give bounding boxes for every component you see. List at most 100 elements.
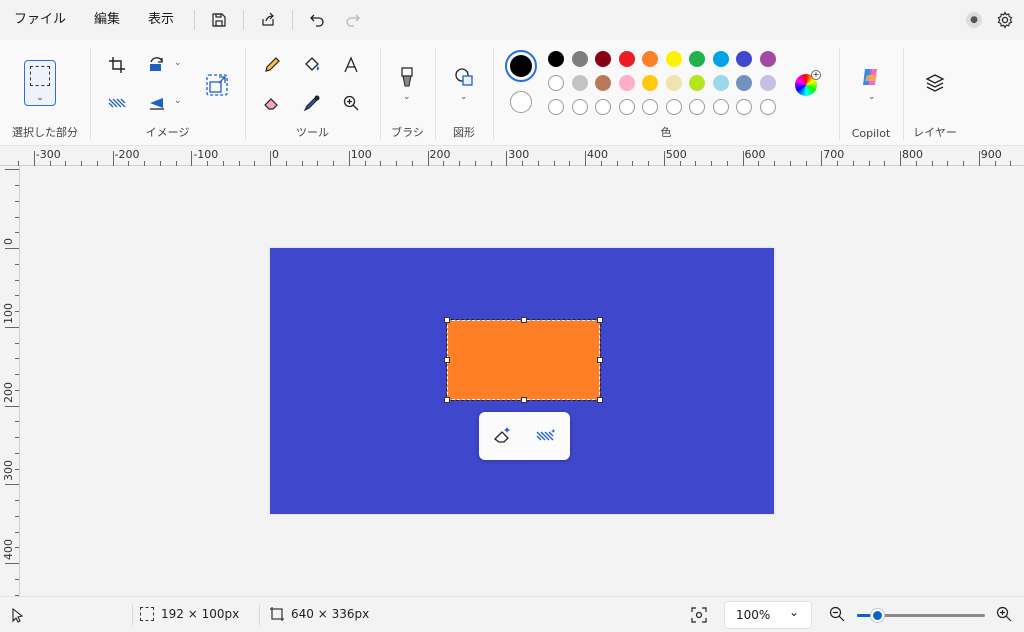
ruler-tick xyxy=(270,151,271,166)
ruler-tick xyxy=(5,326,19,328)
selection-handle-top-left[interactable] xyxy=(444,317,450,323)
color-swatch[interactable] xyxy=(736,75,752,91)
zoom-select[interactable]: 100% ⌄ xyxy=(724,601,812,629)
menu-file[interactable]: ファイル xyxy=(0,0,80,40)
magnifier-icon[interactable] xyxy=(338,90,364,116)
color-swatch[interactable] xyxy=(618,75,635,91)
ruler-tick xyxy=(5,405,19,407)
selected-orange-rectangle[interactable] xyxy=(446,319,601,401)
selection-handle-left[interactable] xyxy=(444,357,450,363)
empty-color-slot[interactable] xyxy=(759,99,776,115)
selection-handle-bottom-right[interactable] xyxy=(597,397,603,403)
remove-background-icon[interactable] xyxy=(104,90,130,116)
group-label-layers: レイヤー xyxy=(913,126,957,139)
color-swatch[interactable] xyxy=(712,75,729,91)
color-swatch[interactable] xyxy=(642,51,658,67)
color-swatch[interactable] xyxy=(595,75,611,91)
color-swatch[interactable] xyxy=(712,51,729,67)
color-swatch[interactable] xyxy=(642,75,658,91)
brush-chevron-icon[interactable]: ⌄ xyxy=(403,92,411,102)
save-icon[interactable] xyxy=(201,0,237,40)
fit-to-window-icon[interactable] xyxy=(691,607,707,623)
account-icon[interactable]: ● xyxy=(966,12,982,28)
zoom-slider-thumb[interactable] xyxy=(871,609,884,622)
ruler-label: 500 xyxy=(665,148,687,161)
generative-erase-icon[interactable] xyxy=(491,424,515,448)
rotate-chevron-icon[interactable]: ⌄ xyxy=(174,58,182,68)
empty-color-slot[interactable] xyxy=(665,99,682,115)
flip-chevron-icon[interactable]: ⌄ xyxy=(174,96,182,106)
share-icon[interactable] xyxy=(250,0,286,40)
selection-handle-bottom-left[interactable] xyxy=(444,397,450,403)
empty-color-slot[interactable] xyxy=(571,99,588,115)
secondary-color-swatch[interactable] xyxy=(510,91,532,113)
menu-divider xyxy=(292,10,294,30)
color-swatch[interactable] xyxy=(689,51,705,67)
fill-bucket-icon[interactable] xyxy=(299,52,325,78)
selection-button[interactable]: ⌄ xyxy=(24,60,56,106)
color-swatch[interactable] xyxy=(548,75,564,91)
ruler-label: 300 xyxy=(508,148,530,161)
color-swatch[interactable] xyxy=(665,51,682,67)
ruler-tick xyxy=(742,151,744,166)
ruler-tick xyxy=(5,563,19,564)
canvas-size-text: 640 × 336px xyxy=(291,607,370,621)
undo-icon[interactable] xyxy=(299,0,335,40)
zoom-in-icon[interactable] xyxy=(996,606,1012,622)
brush-icon[interactable] xyxy=(394,64,420,90)
empty-color-slot[interactable] xyxy=(712,99,729,115)
color-swatch[interactable] xyxy=(571,51,588,67)
ruler-tick xyxy=(33,151,35,166)
eraser-icon[interactable] xyxy=(259,90,285,116)
flip-icon[interactable] xyxy=(144,90,170,116)
zoom-out-icon[interactable] xyxy=(829,606,845,622)
text-icon[interactable] xyxy=(338,52,364,78)
selection-handle-right[interactable] xyxy=(597,357,603,363)
ruler-tick xyxy=(978,151,980,166)
color-swatch[interactable] xyxy=(665,75,682,91)
empty-color-slot[interactable] xyxy=(595,99,611,115)
crop-icon[interactable] xyxy=(104,52,130,78)
ruler-tick xyxy=(663,151,665,166)
color-swatch[interactable] xyxy=(759,51,776,67)
ruler-label: 200 xyxy=(429,148,451,161)
shapes-icon[interactable] xyxy=(451,64,477,90)
color-swatch[interactable] xyxy=(595,51,611,67)
ruler-label: 100 xyxy=(350,148,372,161)
ruler-tick xyxy=(506,151,508,166)
ruler-label: 400 xyxy=(2,539,15,560)
resize-icon[interactable] xyxy=(204,72,230,98)
selection-size-text: 192 × 100px xyxy=(161,607,240,621)
empty-color-slot[interactable] xyxy=(689,99,705,115)
layers-icon[interactable] xyxy=(922,70,948,96)
color-swatch[interactable] xyxy=(689,75,705,91)
selection-handle-top-right[interactable] xyxy=(597,317,603,323)
shapes-chevron-icon[interactable]: ⌄ xyxy=(460,92,468,102)
empty-color-slot[interactable] xyxy=(736,99,752,115)
ruler-label: -100 xyxy=(193,148,219,161)
rotate-icon[interactable] xyxy=(144,52,170,78)
redo-icon[interactable] xyxy=(335,0,371,40)
color-swatch[interactable] xyxy=(736,51,752,67)
color-swatch[interactable] xyxy=(759,75,776,91)
empty-color-slot[interactable] xyxy=(548,99,564,115)
group-label-image: イメージ xyxy=(145,126,190,139)
menu-edit[interactable]: 編集 xyxy=(80,0,134,40)
zoom-chevron-down-icon: ⌄ xyxy=(788,605,799,619)
copilot-icon[interactable] xyxy=(858,64,884,90)
remove-background-float-icon[interactable] xyxy=(534,424,558,448)
selection-handle-bottom[interactable] xyxy=(521,397,527,403)
color-swatch[interactable] xyxy=(571,75,588,91)
settings-gear-icon[interactable] xyxy=(996,11,1014,29)
selection-handle-top[interactable] xyxy=(521,317,527,323)
group-label-colors: 色 xyxy=(660,126,672,139)
color-picker-icon[interactable] xyxy=(299,90,325,116)
pencil-icon[interactable] xyxy=(259,52,285,78)
ruler-tick xyxy=(5,169,19,171)
color-swatch[interactable] xyxy=(548,51,564,67)
menu-view[interactable]: 表示 xyxy=(134,0,188,40)
color-swatch[interactable] xyxy=(618,51,635,67)
empty-color-slot[interactable] xyxy=(618,99,635,115)
empty-color-slot[interactable] xyxy=(642,99,658,115)
copilot-chevron-icon[interactable]: ⌄ xyxy=(868,92,876,102)
